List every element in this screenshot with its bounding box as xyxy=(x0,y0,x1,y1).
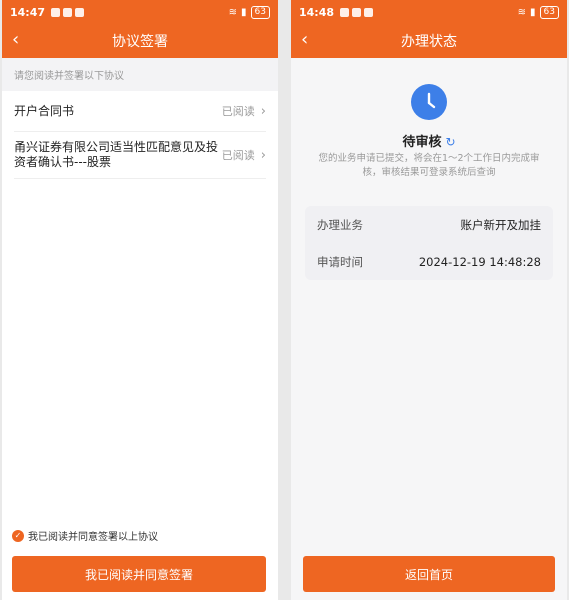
agree-sign-button[interactable]: 我已阅读并同意签署 xyxy=(12,556,266,592)
review-status-title: 待审核 ↻ xyxy=(291,131,567,150)
notification-icon xyxy=(352,7,362,17)
wifi-icon: ≋ xyxy=(228,6,238,18)
page-title: 办理状态 xyxy=(401,34,457,50)
app-bar: 14:47 ≋ ▮ 63 ‹ 协议签署 xyxy=(2,0,278,58)
agreement-item[interactable]: 开户合同书 已阅读 › xyxy=(14,91,266,132)
status-time: 14:47 xyxy=(10,5,46,19)
notification-icons xyxy=(51,7,85,17)
back-chevron-icon[interactable]: ‹ xyxy=(12,30,19,50)
status-time: 14:48 xyxy=(299,5,335,19)
signal-icon: ▮ xyxy=(241,6,247,18)
details-card: 办理业务 账户新开及加挂 申请时间 2024-12-19 14:48:28 xyxy=(305,206,553,280)
notification-icons xyxy=(340,7,374,17)
agreement-status: 已阅读 xyxy=(221,149,255,162)
detail-row: 办理业务 账户新开及加挂 xyxy=(317,206,541,243)
battery-icon: 63 xyxy=(539,5,559,19)
agree-label: 我已阅读并同意签署以上协议 xyxy=(28,532,158,543)
wifi-icon: ≋ xyxy=(517,6,527,18)
review-status-description: 您的业务申请已提交，将会在1～2个工作日内完成审核，审核结果可登录系统后查询 xyxy=(318,153,540,178)
status-bar: 14:47 ≋ ▮ 63 xyxy=(2,0,278,24)
return-home-button[interactable]: 返回首页 xyxy=(303,556,555,592)
notification-icon xyxy=(63,7,73,17)
agreement-status: 已阅读 xyxy=(221,105,255,118)
notification-icon xyxy=(364,7,374,17)
detail-key: 申请时间 xyxy=(317,254,363,269)
agreement-name: 甬兴证券有限公司适当性匹配意见及投资者确认书---股票 xyxy=(14,140,219,169)
detail-row: 申请时间 2024-12-19 14:48:28 xyxy=(317,243,541,280)
refresh-icon[interactable]: ↻ xyxy=(445,135,455,149)
chevron-right-icon: › xyxy=(260,147,266,163)
agreement-hint: 请您阅读并签署以下协议 xyxy=(2,58,278,91)
system-icons: ≋ ▮ 63 xyxy=(228,5,270,19)
system-icons: ≋ ▮ 63 xyxy=(517,5,559,19)
agreement-screen: 14:47 ≋ ▮ 63 ‹ 协议签署 请您阅读并签署以下协议 开户合同书 已阅… xyxy=(2,0,278,600)
detail-value: 2024-12-19 14:48:28 xyxy=(418,254,541,269)
agree-checkbox[interactable]: ✓ 我已阅读并同意签署以上协议 xyxy=(12,528,158,543)
detail-value: 账户新开及加挂 xyxy=(460,217,542,232)
page-title: 协议签署 xyxy=(112,34,168,50)
nav-row: ‹ 办理状态 xyxy=(291,24,567,58)
chevron-right-icon: › xyxy=(260,103,266,119)
notification-icon xyxy=(340,7,350,17)
check-circle-icon: ✓ xyxy=(12,529,24,542)
status-screen: 14:48 ≋ ▮ 63 ‹ 办理状态 待审核 ↻ 您的业务申请已提交，将会在1～… xyxy=(291,0,567,600)
app-bar: 14:48 ≋ ▮ 63 ‹ 办理状态 xyxy=(291,0,567,58)
agreement-name: 开户合同书 xyxy=(14,103,75,118)
notification-icon xyxy=(75,7,85,17)
signal-icon: ▮ xyxy=(530,6,536,18)
status-bar: 14:48 ≋ ▮ 63 xyxy=(291,0,567,24)
notification-icon xyxy=(51,7,61,17)
detail-key: 办理业务 xyxy=(317,217,363,232)
back-chevron-icon[interactable]: ‹ xyxy=(301,30,308,50)
clock-icon xyxy=(411,84,447,120)
nav-row: ‹ 协议签署 xyxy=(2,24,278,58)
agreement-item[interactable]: 甬兴证券有限公司适当性匹配意见及投资者确认书---股票 已阅读 › xyxy=(14,132,266,179)
review-status-text: 待审核 xyxy=(402,135,442,150)
battery-icon: 63 xyxy=(250,5,270,19)
